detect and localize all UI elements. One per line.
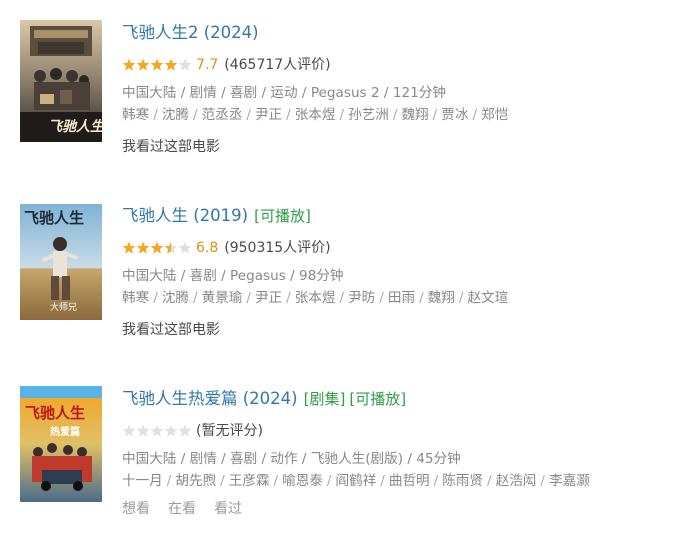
cast-name: 韩寒 [122, 290, 150, 306]
cast-list: 韩寒 / 沈腾 / 范丞丞 / 尹正 / 张本煜 / 孙艺洲 / 魏翔 / 贾冰 / 郑恺 [122, 107, 509, 123]
poster-image[interactable]: 飞驰人生 大师兄 [20, 204, 102, 326]
star-empty-icon [136, 424, 150, 437]
cast-name: 喻恩泰 [282, 473, 323, 489]
cast-name: 十一月 [122, 473, 163, 489]
star-rating [122, 58, 192, 72]
rating-score: 7.7 [196, 57, 219, 73]
rating-row: (暂无评分) [122, 420, 682, 442]
poster-title-text: 飞驰人生 [24, 209, 85, 227]
poster-image[interactable]: 飞驰人生2 [20, 20, 102, 142]
cast-name: 沈腾 [161, 290, 189, 306]
meta-info: 中国大陆 / 剧情 / 喜剧 / 运动 / Pegasus 2 / 121分钟 [122, 85, 446, 101]
cast-name: 尹昉 [348, 290, 376, 306]
cast-name: 赵文瑄 [467, 290, 509, 306]
star-full-icon [136, 241, 150, 254]
cast-list: 韩寒 / 沈腾 / 黄景瑜 / 尹正 / 张本煜 / 尹昉 / 田雨 / 魏翔 / 赵文瑄 [122, 290, 509, 306]
rating-votes: (暂无评分) [196, 423, 263, 439]
cast-name: 黄景瑜 [201, 290, 243, 306]
cast-name: 贾冰 [441, 107, 469, 123]
rating-votes: (950315人评价) [224, 240, 331, 256]
cast-name: 张本煜 [294, 107, 336, 123]
watched-link[interactable]: 看过 [214, 501, 242, 517]
rating-row: 7.7 (465717人评价) [122, 54, 682, 76]
result-title-row: 飞驰人生2 (2024) [122, 20, 682, 46]
cast-name: 曲哲明 [388, 473, 430, 489]
result-title-link[interactable]: 飞驰人生2 (2024) [122, 23, 259, 42]
star-empty-icon [178, 241, 192, 254]
watched-link[interactable]: 我看过这部电影 [122, 139, 220, 155]
cast-name: 阎鹤祥 [335, 473, 377, 489]
search-result-2: 飞驰人生 大师兄 飞驰人生 (2019) [可播放] 6.8 (950315人评价… [20, 203, 680, 353]
search-result-1: 飞驰人生2 飞驰人生2 (2024) 7.7 (465717人评价) 中国大陆 … [20, 20, 680, 170]
cast-name: 田雨 [387, 290, 416, 306]
want-to-watch-link[interactable]: 想看 [122, 501, 150, 517]
action-row: 我看过这部电影 [122, 136, 682, 158]
cast-name: 赵浩闳 [495, 473, 537, 489]
cast-name: 李嘉灏 [549, 473, 590, 489]
playable-tag[interactable]: [可播放] [254, 207, 311, 225]
watching-link[interactable]: 在看 [168, 501, 196, 517]
cast-name: 张本煜 [294, 290, 336, 306]
cast-name: 范丞丞 [201, 107, 243, 123]
cast-name: 王彦霖 [228, 473, 270, 489]
rating-score: 6.8 [196, 240, 219, 256]
result-title-link[interactable]: 飞驰人生热爱篇 (2024) [122, 389, 298, 408]
cast-name: 胡先煦 [175, 473, 217, 489]
result-info: 飞驰人生热爱篇 (2024) [剧集] [可播放] (暂无评分) 中国大陆 / 剧情… [122, 386, 682, 520]
cast-name: 沈腾 [161, 107, 189, 123]
star-empty-icon [150, 424, 164, 437]
poster-title-text: 飞驰人生2 [48, 119, 102, 135]
cast-name: 尹正 [254, 290, 283, 306]
cast-name: 韩寒 [122, 107, 150, 123]
search-result-3: 飞驰人生 热爱篇 飞驰人生热爱篇 (2024) [剧集] [可播放] (暂无评分) … [20, 386, 680, 536]
poster-subtitle-text: 大师兄 [50, 303, 78, 313]
meta-info: 中国大陆 / 喜剧 / Pegasus / 98分钟 [122, 268, 344, 284]
series-tag[interactable]: [剧集] [304, 390, 346, 408]
star-full-icon [122, 241, 136, 254]
star-empty-icon [164, 424, 178, 437]
star-full-icon [164, 58, 178, 71]
star-full-icon [122, 58, 136, 71]
cast-name: 魏翔 [401, 107, 429, 123]
star-full-icon [136, 58, 150, 71]
poster-title-text: 飞驰人生 [25, 404, 86, 422]
cast-name: 孙艺洲 [348, 107, 389, 123]
rating-votes: (465717人评价) [224, 57, 331, 73]
poster-subtitle-text: 热爱篇 [50, 427, 80, 438]
star-empty-icon [178, 424, 192, 437]
star-rating [122, 424, 192, 438]
action-row: 想看 在看 看过 [122, 498, 682, 520]
star-empty-icon [122, 424, 136, 437]
star-full-icon [150, 241, 164, 254]
cast-name: 陈雨贤 [442, 473, 484, 489]
action-row: 我看过这部电影 [122, 319, 682, 341]
cast-name: 尹正 [254, 107, 283, 123]
rating-row: 6.8 (950315人评价) [122, 237, 682, 259]
star-half-icon [164, 241, 178, 254]
result-info: 飞驰人生2 (2024) 7.7 (465717人评价) 中国大陆 / 剧情 /… [122, 20, 682, 158]
result-title-link[interactable]: 飞驰人生 (2019) [122, 206, 248, 225]
playable-tag[interactable]: [可播放] [349, 390, 406, 408]
result-info: 飞驰人生 (2019) [可播放] 6.8 (950315人评价) 中国大陆 / … [122, 203, 682, 341]
star-rating [122, 241, 192, 255]
cast-list: 十一月 / 胡先煦 / 王彦霖 / 喻恩泰 / 阎鹤祥 / 曲哲明 / 陈雨贤 / 赵浩闳 / 李嘉灏 [122, 473, 590, 489]
star-empty-icon [178, 58, 192, 71]
poster-image[interactable]: 飞驰人生 热爱篇 [20, 386, 102, 502]
star-full-icon [150, 58, 164, 71]
result-title-row: 飞驰人生 (2019) [可播放] [122, 203, 682, 229]
cast-name: 魏翔 [427, 290, 455, 306]
cast-name: 郑恺 [481, 107, 509, 123]
watched-link[interactable]: 我看过这部电影 [122, 322, 220, 338]
result-title-row: 飞驰人生热爱篇 (2024) [剧集] [可播放] [122, 386, 682, 412]
meta-info: 中国大陆 / 剧情 / 喜剧 / 动作 / 飞驰人生(剧版) / 45分钟 [122, 451, 461, 467]
